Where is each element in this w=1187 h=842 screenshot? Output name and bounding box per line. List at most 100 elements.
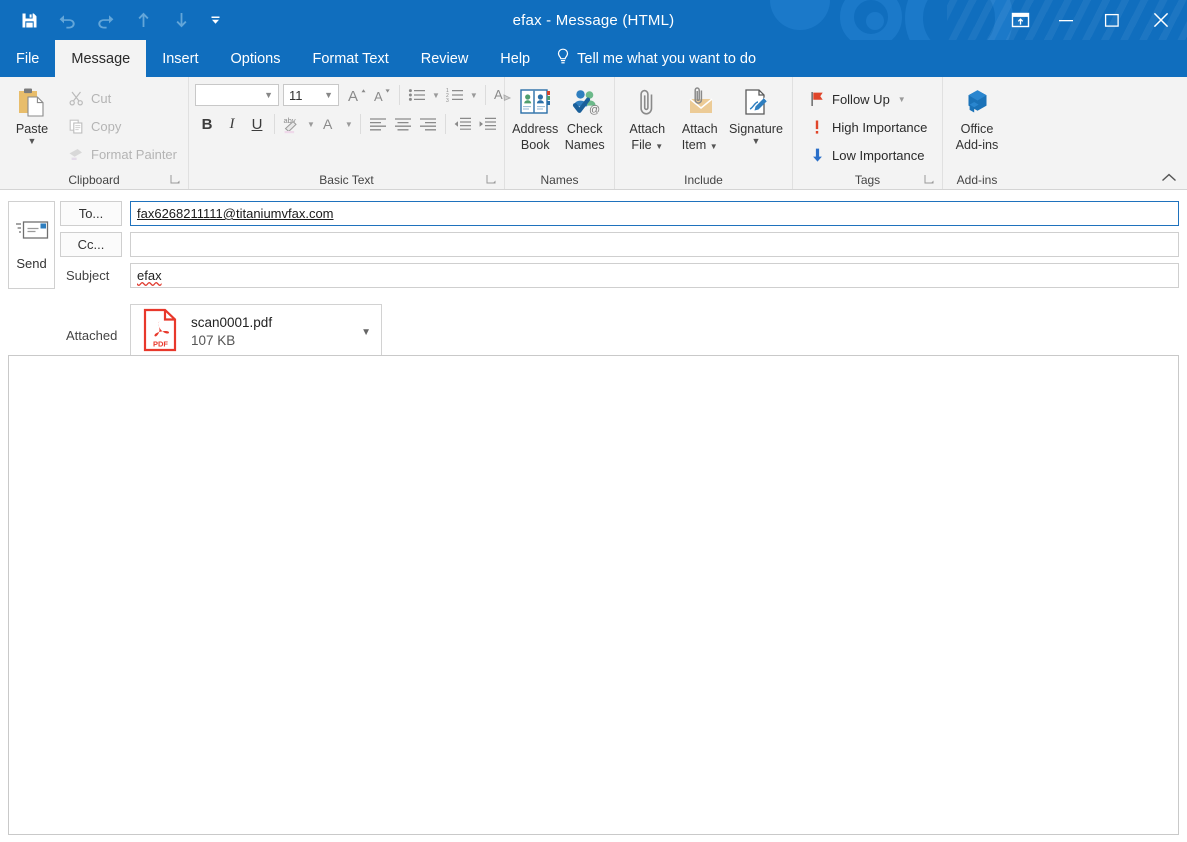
clipboard-group-label: Clipboard <box>68 172 120 187</box>
redo-icon[interactable] <box>86 5 124 35</box>
font-size-value: 11 <box>289 87 303 103</box>
close-icon[interactable] <box>1135 0 1187 40</box>
decrease-indent-button[interactable] <box>451 112 475 136</box>
signature-caret-icon[interactable]: ▼ <box>752 137 761 146</box>
title-bar: efax - Message (HTML) <box>0 0 1187 40</box>
ribbon: Paste ▼ Cut Copy Format Painter Clipboar… <box>0 77 1187 190</box>
svg-text:A: A <box>348 88 358 104</box>
tab-help[interactable]: Help <box>484 40 546 77</box>
attachment-menu-chevron-down-icon[interactable]: ▼ <box>361 327 375 338</box>
format-painter-button[interactable]: Format Painter <box>62 141 182 167</box>
ribbon-display-options-icon[interactable] <box>997 0 1043 40</box>
clipboard-dialog-launcher-icon[interactable] <box>170 174 182 186</box>
format-painter-label: Format Painter <box>91 146 177 162</box>
check-names-label-2: Names <box>564 138 605 152</box>
chevron-down-icon: ▼ <box>324 90 333 100</box>
ribbon-group-names: Address Book @ Check Names Names <box>505 77 615 189</box>
attach-item-label-2: Item ▼ <box>681 138 718 152</box>
minimize-icon[interactable] <box>1043 0 1089 40</box>
increase-indent-button[interactable] <box>476 112 500 136</box>
tab-message[interactable]: Message <box>55 40 147 77</box>
cut-button[interactable]: Cut <box>62 85 182 111</box>
align-left-button[interactable] <box>366 112 390 136</box>
tab-format-text[interactable]: Format Text <box>296 40 404 77</box>
subject-input[interactable]: efax <box>130 263 1179 288</box>
check-names-label-1: Check <box>566 122 603 136</box>
high-importance-label: High Importance <box>832 119 928 135</box>
bold-button[interactable]: B <box>195 112 219 136</box>
subject-label: Subject <box>66 268 110 283</box>
numbering-caret-icon[interactable]: ▼ <box>468 91 480 100</box>
collapse-ribbon-icon[interactable] <box>1161 172 1177 187</box>
undo-icon[interactable] <box>48 5 86 35</box>
address-book-button[interactable]: Address Book <box>511 82 559 152</box>
signature-button[interactable]: Signature ▼ <box>726 82 786 146</box>
ribbon-group-addins: Office Add-ins Add-ins <box>943 77 1011 189</box>
high-importance-button[interactable]: High Importance <box>803 114 932 140</box>
ribbon-group-include: Attach File ▼ Attach Item ▼ Signature ▼ … <box>615 77 793 189</box>
address-book-label-1: Address <box>512 122 559 136</box>
increase-font-size-button[interactable]: A <box>345 83 369 107</box>
message-body-input[interactable] <box>8 355 1179 835</box>
to-button[interactable]: To... <box>60 201 122 226</box>
low-importance-button[interactable]: Low Importance <box>803 142 932 168</box>
copy-icon <box>67 119 85 134</box>
maximize-icon[interactable] <box>1089 0 1135 40</box>
tags-dialog-launcher-icon[interactable] <box>924 174 936 186</box>
addins-group-label: Add-ins <box>956 172 998 187</box>
align-right-button[interactable] <box>416 112 440 136</box>
follow-up-button[interactable]: Follow Up ▼ <box>803 86 932 112</box>
office-addins-icon <box>961 86 993 120</box>
tab-file[interactable]: File <box>0 40 55 77</box>
to-input[interactable]: fax6268211111@titaniumvfax.com <box>130 201 1179 226</box>
tab-options[interactable]: Options <box>214 40 296 77</box>
save-icon[interactable] <box>10 5 48 35</box>
font-color-caret-icon[interactable]: ▼ <box>343 120 355 129</box>
cc-input[interactable] <box>130 232 1179 257</box>
font-size-combo[interactable]: 11 ▼ <box>283 84 339 106</box>
font-name-combo[interactable]: ▼ <box>195 84 279 106</box>
text-highlight-color-button[interactable]: aby <box>280 112 304 136</box>
attach-item-button[interactable]: Attach Item ▼ <box>674 82 727 152</box>
attached-label: Attached <box>66 328 118 343</box>
to-recipient: fax6268211111@titaniumvfax.com <box>137 206 334 221</box>
paste-button[interactable]: Paste ▼ <box>6 82 58 146</box>
italic-button[interactable]: I <box>220 112 244 136</box>
font-color-button[interactable]: A <box>318 112 342 136</box>
bullets-caret-icon[interactable]: ▼ <box>430 91 442 100</box>
message-header: Send To... fax6268211111@titaniumvfax.co… <box>0 190 1187 360</box>
include-group-label-row: Include <box>615 170 792 189</box>
basic-text-row-1: ▼ 11 ▼ A A ▼ 1 2 3 ▼ A <box>195 83 515 107</box>
paste-caret-icon[interactable]: ▼ <box>28 137 37 146</box>
cc-button[interactable]: Cc... <box>60 232 122 257</box>
attach-item-caret-icon[interactable]: ▼ <box>710 142 718 151</box>
attach-file-label-2: File ▼ <box>631 138 664 152</box>
highlight-caret-icon[interactable]: ▼ <box>305 120 317 129</box>
tell-me-search[interactable]: Tell me what you want to do <box>546 40 770 77</box>
arrow-up-icon[interactable] <box>124 5 162 35</box>
attachment-meta: scan0001.pdf 107 KB <box>191 314 361 350</box>
follow-up-caret-icon[interactable]: ▼ <box>896 95 908 104</box>
bullets-button[interactable] <box>405 83 429 107</box>
attach-file-caret-icon[interactable]: ▼ <box>655 142 663 151</box>
attachment-file-size: 107 KB <box>191 333 236 348</box>
underline-button[interactable]: U <box>245 112 269 136</box>
attachment-item[interactable]: PDF scan0001.pdf 107 KB ▼ <box>130 304 382 360</box>
tab-review[interactable]: Review <box>405 40 485 77</box>
ribbon-tabs: File Message Insert Options Format Text … <box>0 40 1187 77</box>
basic-text-dialog-launcher-icon[interactable] <box>486 174 498 186</box>
paperclip-icon <box>632 86 662 120</box>
send-button[interactable]: Send <box>8 201 55 289</box>
check-names-button[interactable]: @ Check Names <box>561 82 608 152</box>
align-center-button[interactable] <box>391 112 415 136</box>
svg-text:PDF: PDF <box>153 339 168 348</box>
ribbon-group-clipboard: Paste ▼ Cut Copy Format Painter Clipboar… <box>0 77 189 189</box>
numbering-button[interactable]: 1 2 3 <box>443 83 467 107</box>
copy-button[interactable]: Copy <box>62 113 182 139</box>
decrease-font-size-button[interactable]: A <box>370 83 394 107</box>
attach-file-button[interactable]: Attach File ▼ <box>621 82 674 152</box>
office-addins-button[interactable]: Office Add-ins <box>949 82 1005 152</box>
tab-insert[interactable]: Insert <box>146 40 214 77</box>
arrow-down-icon[interactable] <box>162 5 200 35</box>
chevron-down-icon[interactable] <box>200 5 230 35</box>
